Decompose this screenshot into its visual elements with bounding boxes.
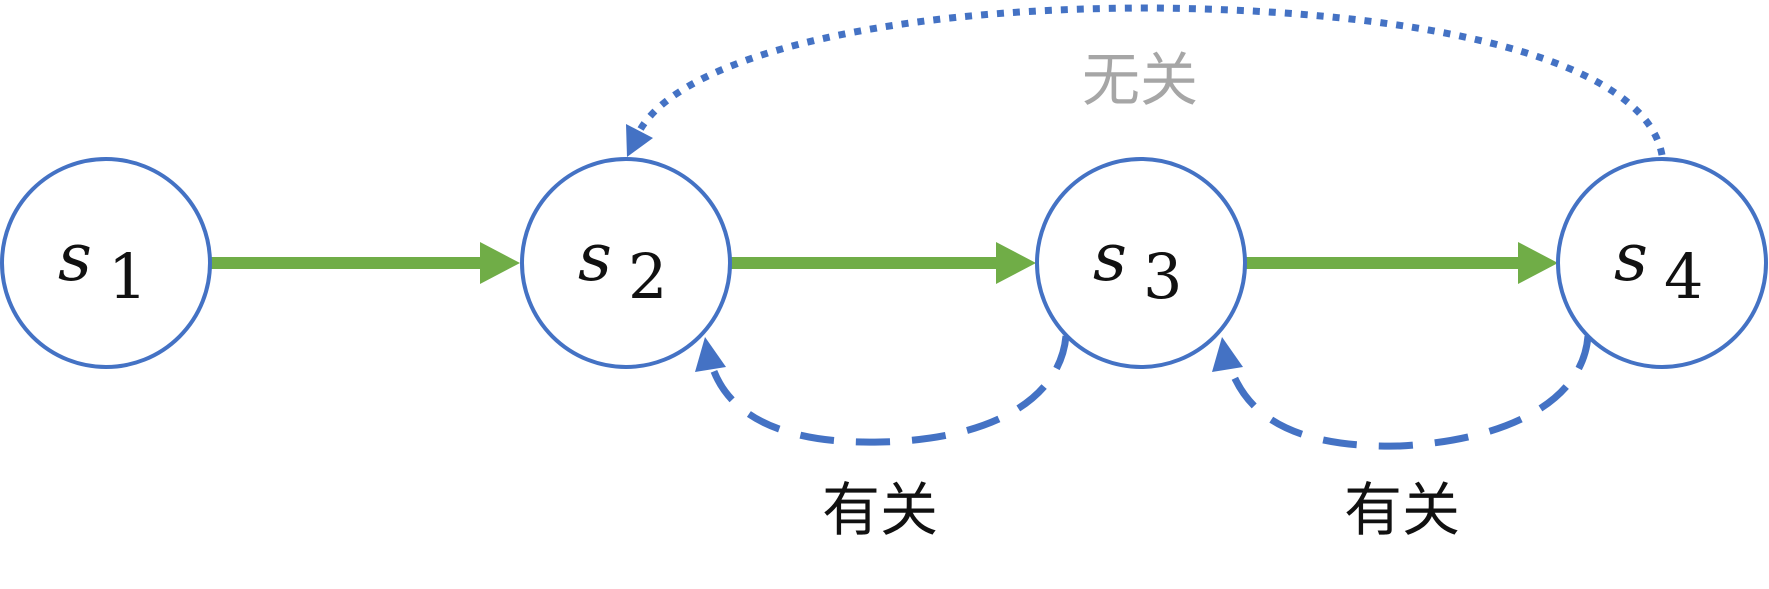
forward-edge-s2-s3 [730, 242, 1036, 284]
label-unrelated-s4-s2: 无关 [1082, 46, 1198, 114]
node-symbol: s [1093, 219, 1127, 296]
node-s1: s 1 [0, 157, 212, 369]
forward-edge-s1-s2 [188, 242, 520, 284]
node-subscript: 2 [628, 240, 667, 313]
label-related-s4-s3: 有关 [1344, 476, 1460, 544]
node-s2: s 2 [520, 157, 732, 369]
node-circle [1556, 157, 1768, 369]
back-edge-s3-s2 [695, 335, 1070, 446]
back-edge-s4-s3 [1212, 335, 1592, 450]
node-subscript: 3 [1143, 240, 1182, 313]
node-symbol: s [578, 219, 612, 296]
state-diagram: s 1 s 2 s 3 s 4 有关 有关 无关 [0, 4, 1768, 544]
node-s3: s 3 [1035, 157, 1247, 369]
node-circle [520, 157, 732, 369]
node-symbol: s [1614, 219, 1648, 296]
node-symbol: s [58, 219, 92, 296]
node-circle [0, 157, 212, 369]
forward-edge-s3-s4 [1245, 242, 1558, 284]
node-s4: s 4 [1556, 157, 1768, 369]
label-related-s3-s2: 有关 [822, 476, 938, 544]
node-subscript: 4 [1664, 240, 1703, 313]
node-circle [1035, 157, 1247, 369]
node-subscript: 1 [108, 240, 147, 313]
